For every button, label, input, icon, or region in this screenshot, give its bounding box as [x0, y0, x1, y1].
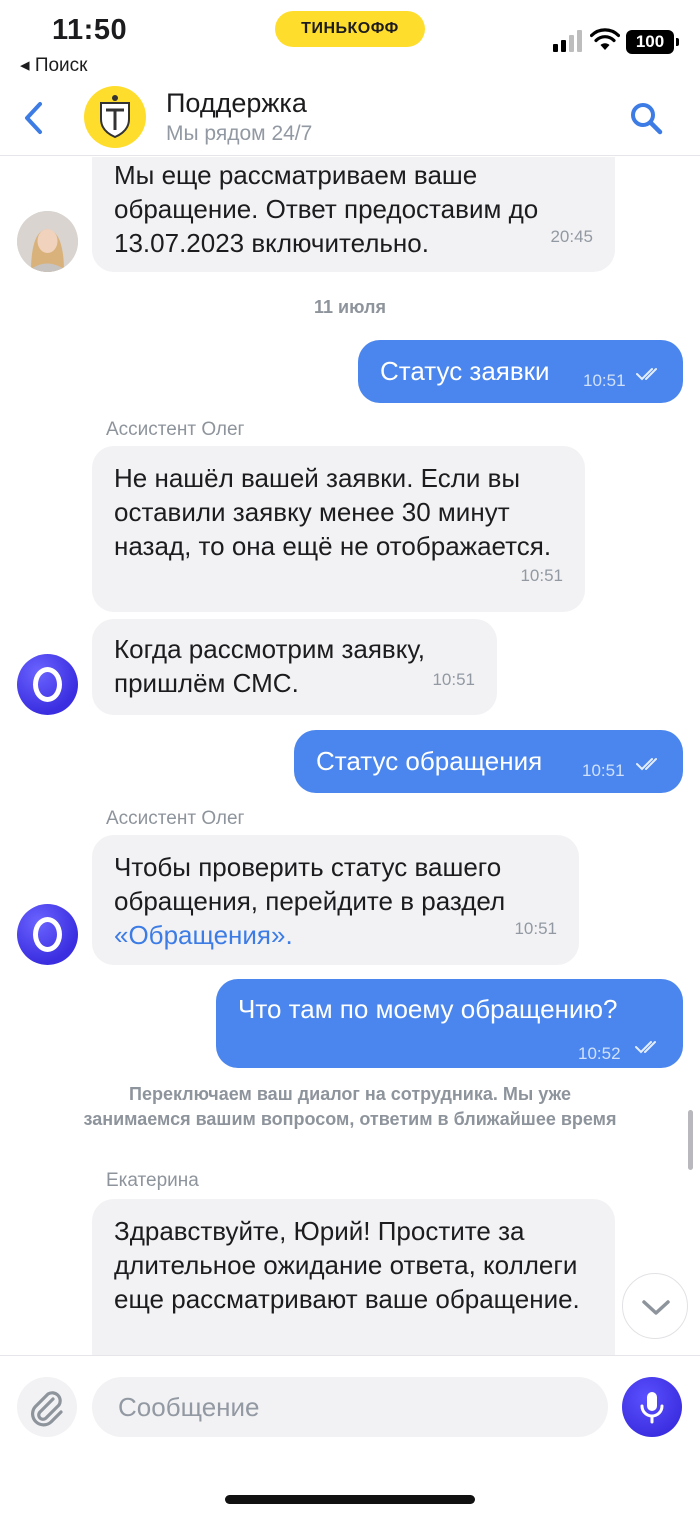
sender-name: Ассистент Олег: [106, 419, 245, 440]
message-bubble[interactable]: Здравствуйте, Юрий! Простите за длительн…: [92, 1199, 615, 1355]
chat-subtitle: Мы рядом 24/7: [166, 122, 313, 145]
operator-avatar[interactable]: [17, 211, 78, 272]
message-bubble-outgoing[interactable]: Статус обращения 10:51: [294, 730, 683, 793]
chat-header: Поддержка Мы рядом 24/7: [0, 80, 700, 156]
message-time: 20:45: [550, 227, 593, 246]
chevron-down-icon: [642, 1300, 670, 1315]
message-text: Статус заявки: [380, 356, 550, 386]
brand-pill: ТИНЬКОФФ: [275, 11, 425, 47]
message-bubble[interactable]: Не нашёл вашей заявки. Если вы оставили …: [92, 446, 585, 612]
assistant-logo-icon: [33, 917, 62, 952]
wifi-icon: [590, 28, 620, 50]
scrollbar[interactable]: [688, 1110, 693, 1170]
double-check-icon: [636, 368, 657, 381]
message-bubble-outgoing[interactable]: Что там по моему обращению? 10:52: [216, 979, 683, 1068]
scroll-down-button[interactable]: [622, 1273, 688, 1339]
message-time: 10:52: [578, 1044, 621, 1063]
message-text: Когда рассмотрим заявку, пришлём СМС.: [114, 634, 426, 698]
clock: 11:50: [52, 14, 128, 46]
message-bubble[interactable]: Чтобы проверить статус вашего обращения,…: [92, 835, 579, 965]
microphone-button[interactable]: [622, 1377, 682, 1437]
message-time: 10:51: [432, 670, 475, 689]
system-message: Переключаем ваш диалог на сотрудника. Мы…: [83, 1084, 617, 1129]
message-text: Чтобы проверить статус вашего обращения,…: [114, 852, 506, 916]
signal-icon: [553, 30, 582, 52]
message-text: Мы еще рассматриваем ваше обращение. Отв…: [114, 160, 539, 258]
message-bubble-outgoing[interactable]: Статус заявки 10:51: [358, 340, 683, 403]
back-to-search-link[interactable]: ◂ Поиск: [20, 54, 87, 77]
message-time: 10:51: [582, 761, 625, 780]
status-bar: 11:50 ТИНЬКОФФ ◂ Поиск 100: [0, 0, 700, 80]
composer-bar: [0, 1355, 700, 1515]
message-text: Статус обращения: [316, 746, 543, 776]
bank-emblem-icon: [86, 88, 144, 146]
sender-name: Ассистент Олег: [106, 808, 245, 829]
chat-title: Поддержка: [166, 88, 307, 118]
paperclip-icon: [31, 1391, 63, 1427]
message-bubble[interactable]: Когда рассмотрим заявку, пришлём СМС. 10…: [92, 619, 497, 715]
message-text: Что там по моему обращению?: [238, 994, 618, 1024]
message-text: Здравствуйте, Юрий! Простите за длительн…: [114, 1216, 580, 1314]
assistant-avatar[interactable]: [17, 654, 78, 715]
message-time: 10:51: [583, 371, 626, 390]
message-time: 10:51: [520, 566, 563, 585]
tinkoff-logo: [84, 86, 146, 148]
double-check-icon: [636, 758, 657, 771]
message-feed[interactable]: Мы еще рассматриваем ваше обращение. Отв…: [0, 157, 700, 1355]
assistant-avatar[interactable]: [17, 904, 78, 965]
date-separator: 11 июля: [314, 297, 386, 317]
back-chevron-icon[interactable]: [18, 98, 50, 138]
assistant-logo-icon: [33, 667, 62, 702]
message-time: 10:51: [514, 919, 557, 938]
attach-button[interactable]: [17, 1377, 77, 1437]
sender-name: Екатерина: [106, 1170, 199, 1191]
user-photo-icon: [17, 211, 78, 272]
home-indicator: [225, 1495, 475, 1504]
appeals-section-link[interactable]: «Обращения».: [114, 920, 293, 950]
search-icon[interactable]: [628, 100, 664, 136]
microphone-icon: [640, 1392, 664, 1424]
message-bubble[interactable]: Мы еще рассматриваем ваше обращение. Отв…: [92, 157, 615, 272]
message-text: Не нашёл вашей заявки. Если вы оставили …: [114, 463, 552, 561]
double-check-icon: [635, 1041, 656, 1054]
message-input[interactable]: [92, 1377, 608, 1437]
battery-indicator: 100: [626, 30, 679, 54]
